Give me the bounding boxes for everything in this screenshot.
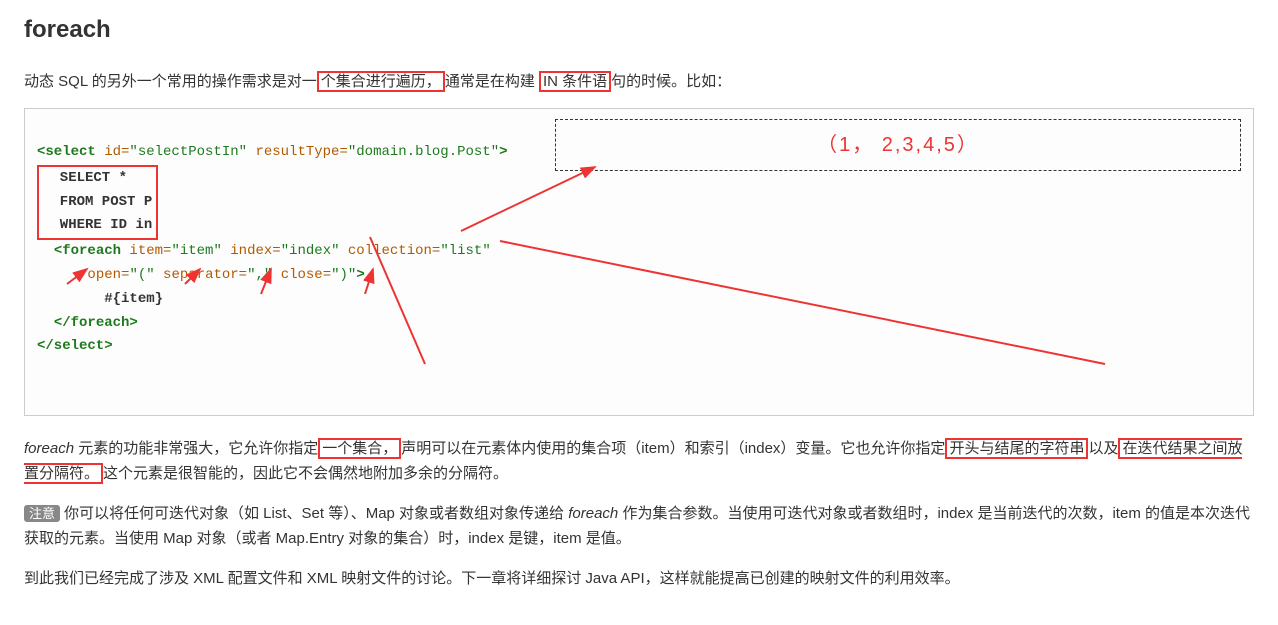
highlight-one-collection: 一个集合， [318, 438, 401, 459]
highlight-in-clause: IN 条件语 [539, 71, 611, 92]
code-foreach-open: <foreach [54, 243, 121, 259]
notice-paragraph: 注意你可以将任何可迭代对象（如 List、Set 等）、Map 对象或者数组对象… [24, 501, 1254, 552]
code-item-placeholder: #{item} [37, 291, 163, 307]
code-rt-val: "domain.blog.Post" [348, 144, 499, 160]
term-foreach: foreach [24, 440, 74, 457]
code-item-attr: item= [121, 243, 171, 259]
code-sql-select: SELECT * [43, 170, 127, 186]
code-sql-from: FROM POST P [43, 194, 152, 210]
code-collection-attr: collection= [340, 243, 441, 259]
code-id-attr: id= [96, 144, 130, 160]
desc-text-d: 以及 [1088, 440, 1118, 457]
code-sep-val: "," [247, 267, 272, 283]
code-sep-attr: separator= [155, 267, 247, 283]
desc-text-c: 声明可以在元素体内使用的集合项（item）和索引（index）变量。它也允许你指… [401, 440, 945, 457]
highlight-sql-block: SELECT * FROM POST P WHERE ID in [37, 165, 158, 240]
highlight-collection-iterate: 个集合进行遍历， [317, 71, 445, 92]
code-close-attr: close= [272, 267, 331, 283]
section-heading: foreach [24, 10, 1254, 51]
notice-badge: 注意 [24, 505, 60, 522]
code-index-val: "index" [281, 243, 340, 259]
code-select-close: </select> [37, 338, 113, 354]
intro-text-b: 通常是在构建 [445, 73, 539, 90]
code-collection-val: "list" [440, 243, 490, 259]
code-indent-l6 [37, 267, 87, 283]
code-id-val: "selectPostIn" [129, 144, 247, 160]
description-paragraph: foreach 元素的功能非常强大，它允许你指定一个集合，声明可以在元素体内使用… [24, 436, 1254, 487]
code-indent-l8 [37, 315, 54, 331]
highlight-open-close-strings: 开头与结尾的字符串 [945, 438, 1088, 459]
code-block: <select id="selectPostIn" resultType="do… [24, 108, 1254, 416]
code-close-val: ")" [331, 267, 356, 283]
code-foreach-close: </foreach> [54, 315, 138, 331]
intro-text-a: 动态 SQL 的另外一个常用的操作需求是对一 [24, 73, 317, 90]
annotation-result-example: （1， 2,3,4,5） [555, 119, 1241, 171]
code-select-gt: > [499, 144, 507, 160]
notice-text-a: 你可以将任何可迭代对象（如 List、Set 等）、Map 对象或者数组对象传递… [64, 505, 568, 522]
code-open-val: "(" [129, 267, 154, 283]
code-item-val: "item" [171, 243, 221, 259]
term-foreach-2: foreach [568, 505, 618, 522]
intro-paragraph: 动态 SQL 的另外一个常用的操作需求是对一个集合进行遍历，通常是在构建 IN … [24, 69, 1254, 95]
code-select-open: <select [37, 144, 96, 160]
conclusion-paragraph: 到此我们已经完成了涉及 XML 配置文件和 XML 映射文件的讨论。下一章将详细… [24, 566, 1254, 592]
desc-text-e: 这个元素是很智能的，因此它不会偶然地附加多余的分隔符。 [103, 465, 508, 482]
code-open-attr: open= [87, 267, 129, 283]
code-index-attr: index= [222, 243, 281, 259]
desc-text-b: 元素的功能非常强大，它允许你指定 [74, 440, 318, 457]
code-foreach-gt: > [356, 267, 364, 283]
code-sql-where: WHERE ID in [43, 217, 152, 233]
code-rt-attr: resultType= [247, 144, 348, 160]
code-indent-l5 [37, 243, 54, 259]
intro-text-c: 句的时候。比如： [611, 73, 731, 90]
